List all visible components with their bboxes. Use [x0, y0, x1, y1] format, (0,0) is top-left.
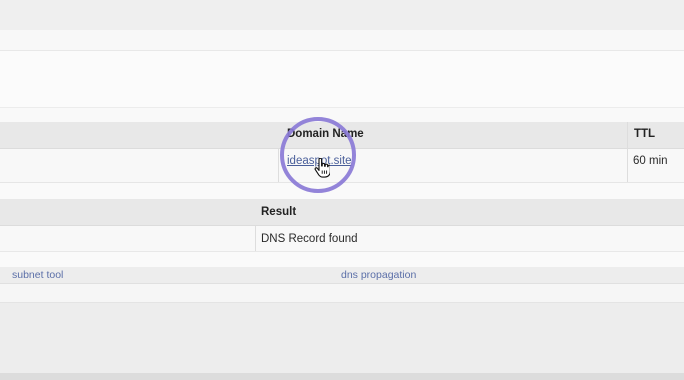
column-header-result: Result [261, 206, 297, 218]
top-bar [0, 0, 684, 30]
column-divider [278, 149, 279, 182]
spacer [0, 284, 684, 303]
column-divider [255, 226, 256, 251]
blank-section [0, 51, 684, 108]
hand-pointer-icon [314, 157, 331, 178]
spacer [0, 252, 684, 267]
bottom-edge [0, 373, 684, 380]
result-table-header-row [0, 199, 684, 226]
column-divider [627, 122, 628, 182]
subnet-tool-link[interactable]: subnet tool [12, 269, 63, 281]
click-highlight-ring [280, 117, 356, 193]
result-value: DNS Record found [261, 233, 358, 245]
separator-strip [0, 30, 684, 51]
spacer [0, 108, 684, 122]
dns-propagation-link[interactable]: dns propagation [341, 269, 416, 281]
ttl-value: 60 min [633, 155, 668, 167]
column-header-ttl: TTL [634, 128, 656, 140]
page-footer [0, 303, 684, 373]
spacer [0, 183, 684, 199]
